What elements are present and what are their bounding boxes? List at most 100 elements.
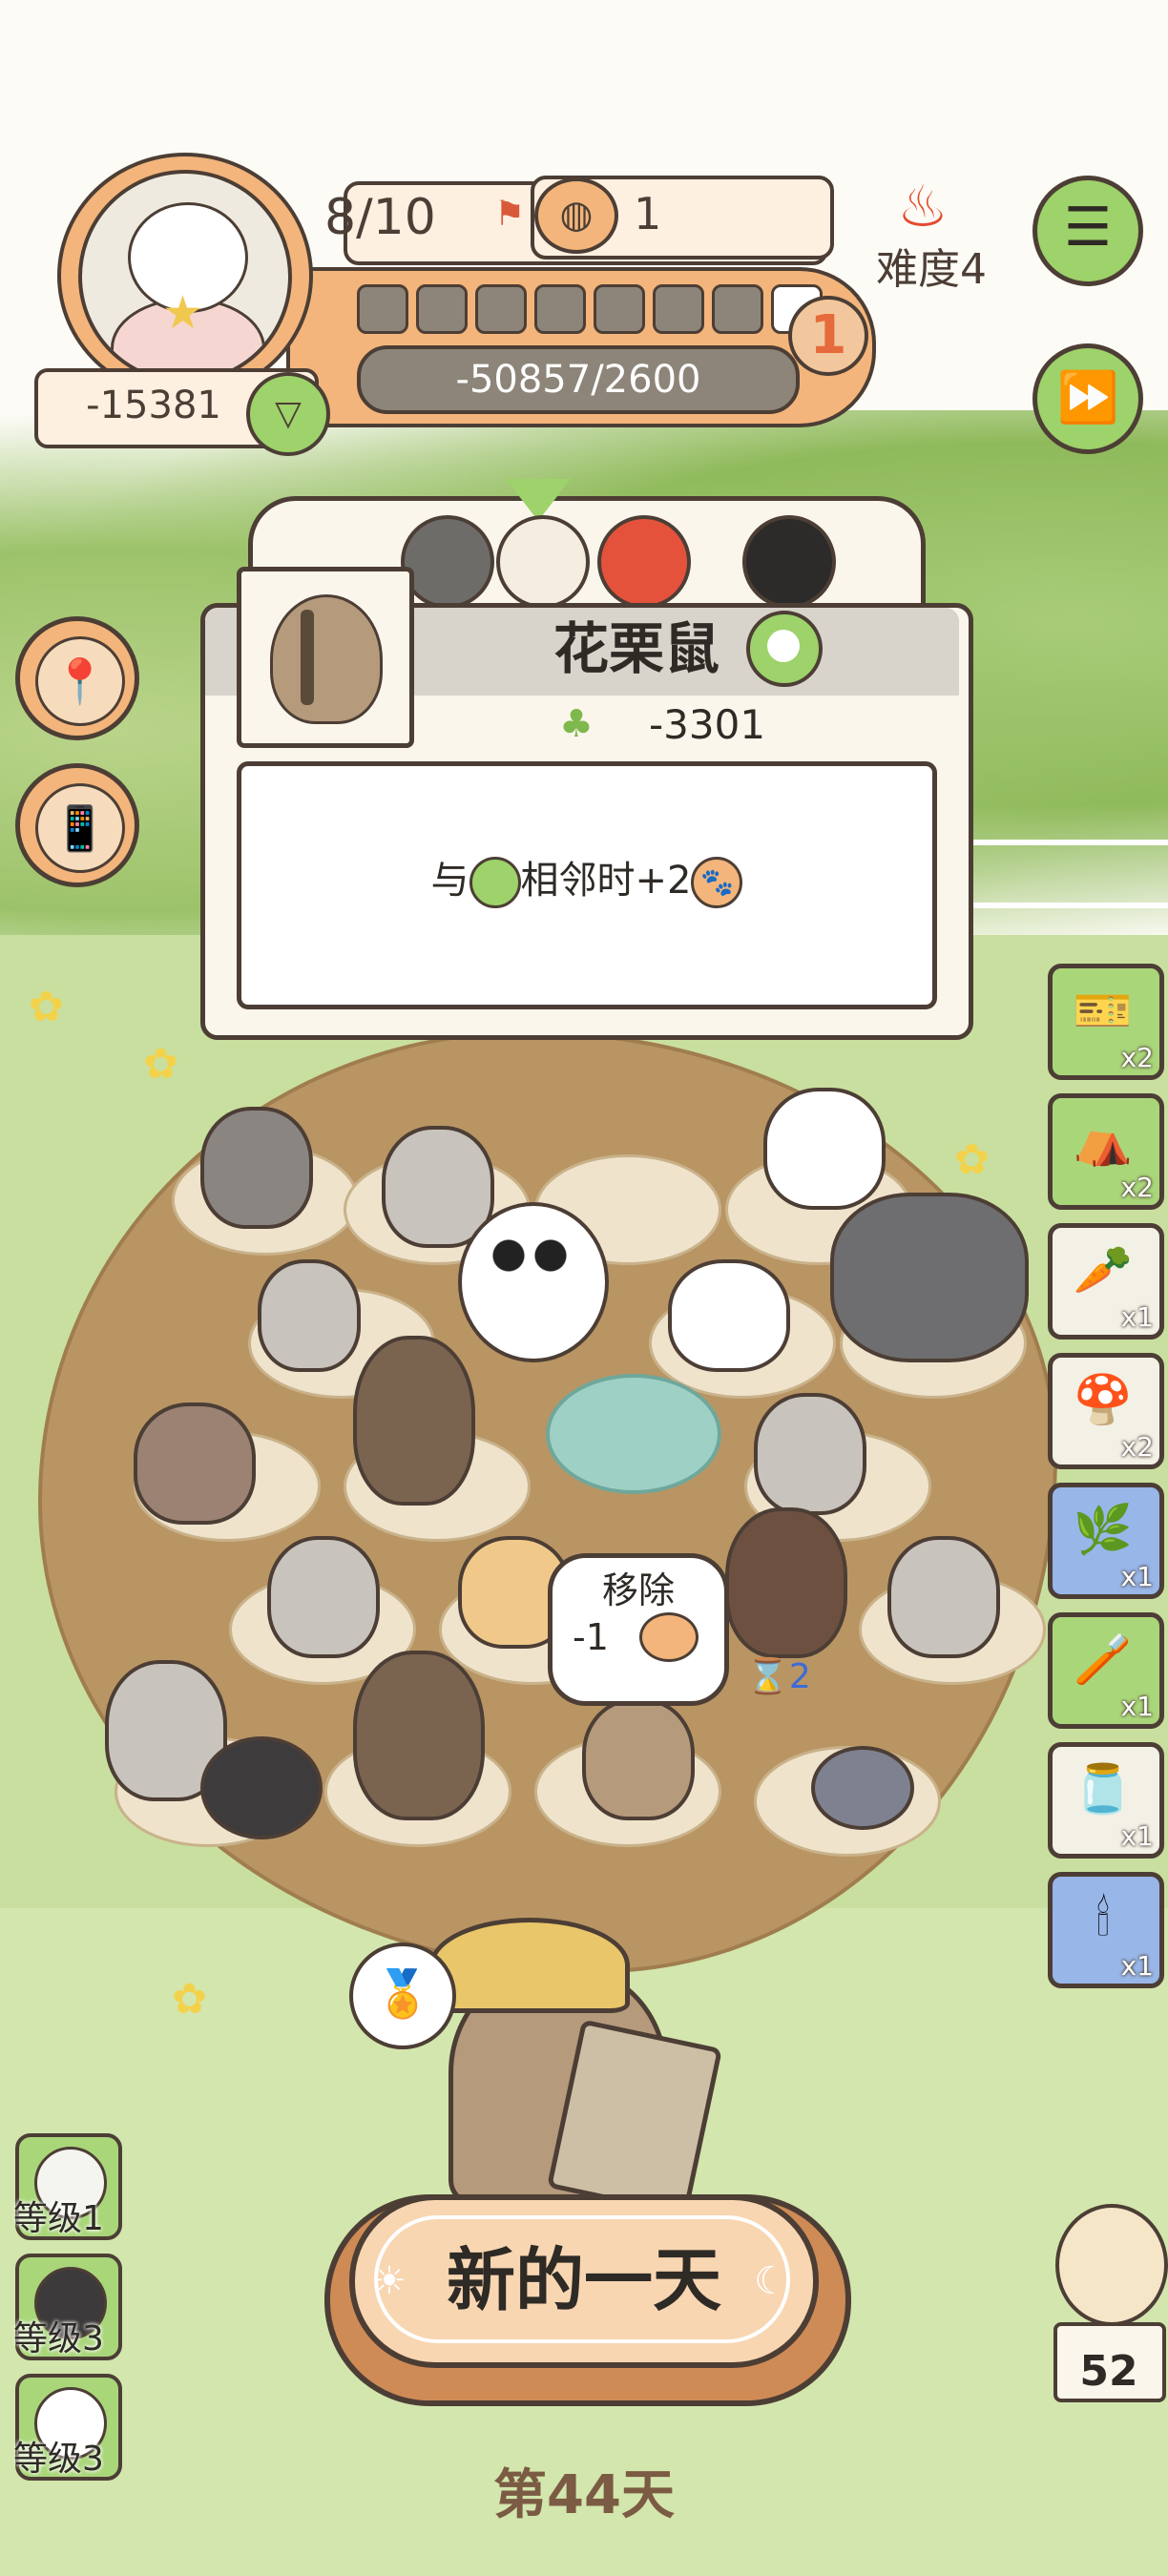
inventory-count: x2 xyxy=(1120,1431,1154,1463)
pond xyxy=(546,1374,721,1494)
owl-icon xyxy=(1055,2204,1168,2326)
paw-icon: 🐾 xyxy=(691,857,743,908)
animal-count: 8/10 xyxy=(324,189,436,246)
inventory-item-carrot[interactable]: 🥕 x1 xyxy=(1048,1223,1164,1340)
inventory-item-tent[interactable]: ⛺ x2 xyxy=(1048,1093,1164,1210)
day-counter: 第44天 xyxy=(493,2464,675,2526)
inventory-item-ticket[interactable]: 🎫 x2 xyxy=(1048,964,1164,1080)
mushroom-icon: 🍄 xyxy=(1073,1372,1134,1427)
panda-face xyxy=(477,1221,582,1336)
star-icon: ★ xyxy=(162,286,204,340)
food-count: 1 xyxy=(634,188,662,239)
tent-icon: ⛺ xyxy=(1073,1112,1134,1168)
new-day-label[interactable]: 新的一天 xyxy=(349,2194,819,2366)
fast-forward-button[interactable]: ⏩ xyxy=(1032,343,1143,454)
bunny-animal[interactable] xyxy=(887,1536,1000,1658)
hamster-animal[interactable] xyxy=(134,1402,256,1525)
avatar[interactable]: ★ xyxy=(78,170,292,384)
inventory-count: x1 xyxy=(1120,1950,1154,1982)
chipmunk-stripe xyxy=(301,610,314,705)
inventory-item-jar[interactable]: 🫙 x1 xyxy=(1048,1742,1164,1859)
bunny-animal[interactable] xyxy=(258,1259,361,1372)
progress-segment xyxy=(534,284,586,334)
inventory-item-brush[interactable]: 🪥 x1 xyxy=(1048,1612,1164,1729)
phone-tool-button[interactable]: 📱 xyxy=(15,763,139,887)
phone-icon: 📱 xyxy=(35,783,125,873)
flag-icon: ⚑ xyxy=(494,195,526,234)
mouse-animal[interactable] xyxy=(811,1746,914,1830)
flower-icon: ✿ xyxy=(954,1135,990,1184)
inventory-count: x1 xyxy=(1120,1561,1154,1592)
pin-tool-button[interactable]: 📍 xyxy=(15,616,139,740)
popup-title: 花栗鼠 xyxy=(553,616,720,681)
flower-icon: ✿ xyxy=(29,983,64,1031)
bunny-animal[interactable] xyxy=(267,1536,380,1658)
list-icon: ☰ xyxy=(1063,197,1113,259)
owl-count: 52 xyxy=(1079,2347,1138,2396)
timer-label: ⌛2 xyxy=(746,1657,811,1696)
brush-icon: 🪥 xyxy=(1073,1631,1134,1687)
certificate-button[interactable]: 🏅 xyxy=(349,1942,456,2049)
menu-button[interactable]: ☰ xyxy=(1032,176,1143,286)
desc-prefix: 与 xyxy=(430,859,469,903)
food-bowl-icon xyxy=(639,1612,699,1662)
angel-cat-animal[interactable] xyxy=(763,1088,886,1210)
flower-icon: ✿ xyxy=(172,1975,207,2024)
candle-cake-icon: 🕯 xyxy=(1095,1891,1111,1946)
remove-value: -1 xyxy=(573,1616,609,1658)
progress-segment xyxy=(712,284,763,334)
tab-jester[interactable] xyxy=(597,515,691,609)
tab-black-cat[interactable] xyxy=(742,515,836,609)
tab-angel-cat[interactable] xyxy=(496,515,590,609)
level-label: 等级3 xyxy=(13,2319,104,2358)
hard-hat-icon xyxy=(429,1918,630,2013)
popup-cost: -3301 xyxy=(649,701,766,748)
rabbit-animal[interactable] xyxy=(668,1259,790,1372)
popup-description: 与 相邻时+2 🐾 xyxy=(237,761,937,1000)
eagle-animal[interactable] xyxy=(353,1651,485,1820)
flower-icon: ✿ xyxy=(143,1040,178,1089)
flame-icon: ♨ xyxy=(897,174,949,240)
progress-segment xyxy=(594,284,645,334)
seed-bag-icon: ♣ xyxy=(559,702,594,746)
jar-icon: 🫙 xyxy=(1073,1761,1134,1817)
progress-segment xyxy=(416,284,468,334)
progress-segment xyxy=(653,284,704,334)
inventory-count: x1 xyxy=(1120,1301,1154,1333)
segment-progress xyxy=(357,284,823,334)
beaver-animal[interactable] xyxy=(725,1507,847,1658)
level-label: 等级1 xyxy=(13,2199,104,2238)
heart-button[interactable]: ▽ xyxy=(246,372,330,456)
inventory-count: x1 xyxy=(1120,1691,1154,1722)
inventory-item-candle-cake[interactable]: 🕯 x1 xyxy=(1048,1872,1164,1988)
food-bowl-icon: ◍ xyxy=(534,177,618,254)
chipmunk-animal[interactable] xyxy=(582,1698,695,1820)
heart-icon: ▽ xyxy=(275,394,302,433)
inventory-item-seed-packet[interactable]: 🌿 x1 xyxy=(1048,1483,1164,1599)
bunny-animal[interactable] xyxy=(754,1393,866,1515)
owl-animal[interactable] xyxy=(200,1107,313,1229)
progress-segment xyxy=(357,284,408,334)
difficulty-label: 难度4 xyxy=(876,245,987,294)
green-token-icon xyxy=(469,857,521,908)
progress-text: -50857/2600 xyxy=(455,358,701,402)
fast-forward-icon: ⏩ xyxy=(1056,369,1119,426)
level-label: 等级3 xyxy=(13,2440,104,2479)
green-token-icon xyxy=(746,611,823,687)
carrot-icon: 🥕 xyxy=(1073,1242,1134,1298)
inventory-count: x1 xyxy=(1120,1820,1154,1852)
pin-icon: 📍 xyxy=(35,636,125,726)
level-badge: 1 xyxy=(788,296,868,376)
tab-raccoon[interactable] xyxy=(401,515,494,609)
mole-animal[interactable] xyxy=(200,1736,323,1839)
progress-segment xyxy=(475,284,527,334)
chipmunk-portrait xyxy=(237,567,414,748)
chipmunk-icon xyxy=(270,594,383,724)
seed-packet-icon: 🌿 xyxy=(1073,1502,1134,1557)
inventory-item-mushroom[interactable]: 🍄 x2 xyxy=(1048,1353,1164,1469)
remove-title: 移除 xyxy=(601,1569,675,1611)
rhino-animal[interactable] xyxy=(830,1193,1029,1362)
inventory-count: x2 xyxy=(1120,1172,1154,1203)
desc-middle: 相邻时+2 xyxy=(520,859,692,903)
eagle-animal[interactable] xyxy=(353,1336,475,1506)
